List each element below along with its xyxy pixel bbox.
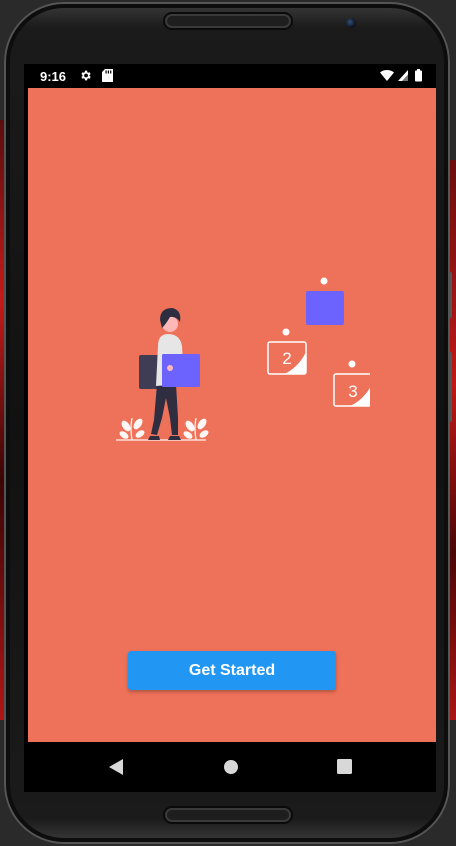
- top-speaker: [165, 14, 291, 28]
- plant-left-icon: [119, 417, 145, 441]
- svg-text:3: 3: [348, 382, 357, 401]
- floating-box-purple: [306, 291, 344, 325]
- floating-box-3: 3: [333, 373, 370, 407]
- bottom-speaker: [165, 808, 291, 822]
- status-right-icons: [380, 69, 424, 85]
- woman-figure: [139, 308, 200, 440]
- get-started-button[interactable]: Get Started: [128, 651, 336, 690]
- status-time: 9:16: [40, 69, 67, 84]
- sd-card-icon: [102, 69, 113, 85]
- floating-box-2: 2: [267, 341, 307, 375]
- plant-right-icon: [183, 417, 209, 441]
- app-screen: 2 3 Get Started: [28, 88, 436, 742]
- recents-square-icon[interactable]: [337, 759, 352, 779]
- svg-text:2: 2: [282, 349, 291, 368]
- volume-button: [448, 272, 452, 318]
- cell-signal-icon: [398, 70, 408, 81]
- phone-frame: 9:16 2 3 Get Started: [4, 2, 452, 844]
- front-camera: [346, 18, 356, 28]
- settings-gear-icon: [79, 69, 92, 85]
- navigation-bar: [24, 742, 436, 792]
- power-button: [448, 352, 452, 422]
- status-bar: 9:16: [24, 64, 436, 88]
- wifi-icon: [380, 70, 394, 81]
- onboarding-illustration: 2 3: [116, 277, 370, 441]
- battery-icon: [415, 69, 422, 82]
- home-circle-icon[interactable]: [223, 759, 239, 780]
- device-screen: 9:16 2 3 Get Started: [24, 64, 436, 792]
- back-triangle-icon[interactable]: [108, 759, 124, 780]
